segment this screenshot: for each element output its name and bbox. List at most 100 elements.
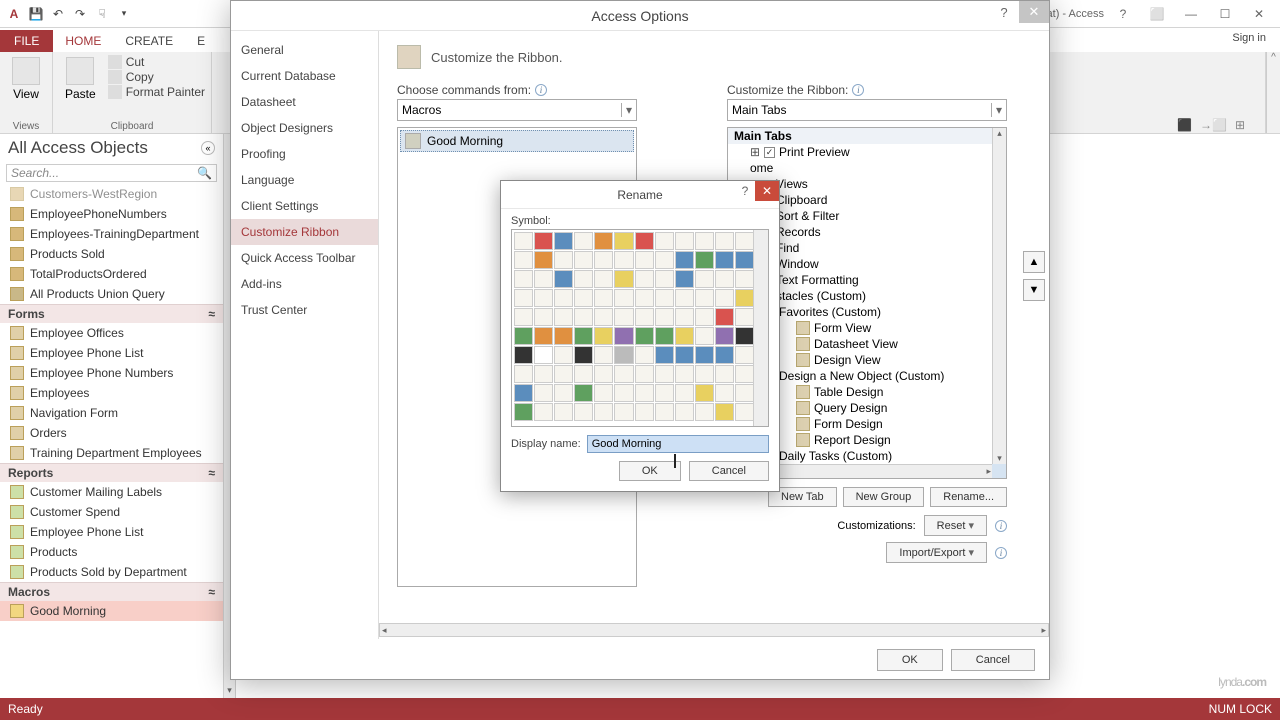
- undo-icon[interactable]: ↶: [48, 4, 68, 24]
- symbol-cell[interactable]: [655, 232, 674, 250]
- symbol-cell[interactable]: [655, 346, 674, 364]
- display-name-input[interactable]: [587, 435, 769, 453]
- symbol-cell[interactable]: [594, 327, 613, 345]
- symbol-cell[interactable]: [574, 346, 593, 364]
- symbol-cell[interactable]: [735, 365, 754, 383]
- symbol-cell[interactable]: [594, 308, 613, 326]
- cat-proofing[interactable]: Proofing: [231, 141, 378, 167]
- symbol-cell[interactable]: [614, 308, 633, 326]
- symbol-cell[interactable]: [594, 384, 613, 402]
- symbol-cell[interactable]: [735, 308, 754, 326]
- symbol-cell[interactable]: [534, 308, 553, 326]
- nav-item[interactable]: Employee Phone List: [0, 522, 223, 542]
- cat-addins[interactable]: Add-ins: [231, 271, 378, 297]
- symbol-cell[interactable]: [675, 270, 694, 288]
- redo-icon[interactable]: ↷: [70, 4, 90, 24]
- tree-node[interactable]: ⊞✓Print Preview: [728, 144, 1006, 160]
- symbol-cell[interactable]: [635, 403, 654, 421]
- nav-forms-header[interactable]: Forms≈: [0, 304, 223, 323]
- symbol-cell[interactable]: [735, 232, 754, 250]
- symbol-cell[interactable]: [554, 308, 573, 326]
- rename-cancel-button[interactable]: Cancel: [689, 461, 769, 481]
- nav-item[interactable]: EmployeePhoneNumbers: [0, 204, 223, 224]
- symbol-cell[interactable]: [675, 289, 694, 307]
- tree-node[interactable]: ome: [728, 160, 1006, 176]
- symbol-cell[interactable]: [675, 308, 694, 326]
- nav-item[interactable]: Employee Phone List: [0, 343, 223, 363]
- ribbon-collapse-chevron[interactable]: ^: [1266, 52, 1280, 133]
- customize-ribbon-combo[interactable]: Main Tabs▾: [727, 99, 1007, 121]
- symbol-cell[interactable]: [574, 308, 593, 326]
- cat-current-db[interactable]: Current Database: [231, 63, 378, 89]
- symbol-cell[interactable]: [614, 403, 633, 421]
- symbol-cell[interactable]: [534, 365, 553, 383]
- view-button[interactable]: View: [6, 55, 46, 103]
- reset-button[interactable]: Reset: [924, 515, 987, 536]
- nav-reports-header[interactable]: Reports≈: [0, 463, 223, 482]
- symbol-cell[interactable]: [614, 346, 633, 364]
- symbol-cell[interactable]: [695, 251, 714, 269]
- cat-language[interactable]: Language: [231, 167, 378, 193]
- symbol-cell[interactable]: [715, 289, 734, 307]
- symbol-cell[interactable]: [655, 270, 674, 288]
- symbol-cell[interactable]: [574, 384, 593, 402]
- symbol-cell[interactable]: [715, 251, 734, 269]
- symbol-cell[interactable]: [514, 365, 533, 383]
- symbol-cell[interactable]: [675, 251, 694, 269]
- symbol-cell[interactable]: [574, 251, 593, 269]
- symbol-cell[interactable]: [554, 384, 573, 402]
- goto-icon[interactable]: →⬜: [1200, 118, 1227, 132]
- symbol-cell[interactable]: [514, 327, 533, 345]
- symbol-cell[interactable]: [635, 270, 654, 288]
- symbol-cell[interactable]: [554, 232, 573, 250]
- nav-item[interactable]: TotalProductsOrdered: [0, 264, 223, 284]
- symbol-cell[interactable]: [574, 327, 593, 345]
- nav-macros-header[interactable]: Macros≈: [0, 582, 223, 601]
- help-icon[interactable]: ?: [1108, 3, 1138, 25]
- symbol-cell[interactable]: [534, 384, 553, 402]
- tree-vscroll[interactable]: ▴▾: [992, 128, 1006, 464]
- symbol-cell[interactable]: [594, 403, 613, 421]
- nav-item[interactable]: Products Sold by Department: [0, 562, 223, 582]
- symbol-cell[interactable]: [675, 346, 694, 364]
- symbol-cell[interactable]: [635, 346, 654, 364]
- tab-ext[interactable]: E: [185, 30, 217, 52]
- symbol-cell[interactable]: [534, 289, 553, 307]
- symbol-cell[interactable]: [655, 289, 674, 307]
- symbol-cell[interactable]: [514, 251, 533, 269]
- nav-item[interactable]: Products Sold: [0, 244, 223, 264]
- symbol-cell[interactable]: [554, 289, 573, 307]
- symbol-cell[interactable]: [635, 289, 654, 307]
- symbol-cell[interactable]: [675, 365, 694, 383]
- symbol-cell[interactable]: [735, 346, 754, 364]
- symbol-cell[interactable]: [715, 384, 734, 402]
- symbol-cell[interactable]: [514, 270, 533, 288]
- copy-button[interactable]: Copy: [108, 70, 205, 84]
- nav-item[interactable]: Customer Mailing Labels: [0, 482, 223, 502]
- symbol-cell[interactable]: [534, 346, 553, 364]
- symbol-cell[interactable]: [715, 327, 734, 345]
- info-icon[interactable]: i: [995, 520, 1007, 532]
- symbol-cell[interactable]: [675, 327, 694, 345]
- symbol-cell[interactable]: [574, 365, 593, 383]
- new-group-button[interactable]: New Group: [843, 487, 925, 507]
- cat-object-designers[interactable]: Object Designers: [231, 115, 378, 141]
- symbol-cell[interactable]: [594, 289, 613, 307]
- painter-button[interactable]: Format Painter: [108, 85, 205, 99]
- nav-item[interactable]: Orders: [0, 423, 223, 443]
- rename-button[interactable]: Rename...: [930, 487, 1007, 507]
- symbol-cell[interactable]: [635, 365, 654, 383]
- symbol-cell[interactable]: [655, 308, 674, 326]
- symbol-cell[interactable]: [534, 327, 553, 345]
- symbol-cell[interactable]: [594, 251, 613, 269]
- symbol-cell[interactable]: [574, 232, 593, 250]
- rename-ok-button[interactable]: OK: [619, 461, 681, 481]
- ribbon-collapse-icon[interactable]: ⬜: [1142, 3, 1172, 25]
- tab-create[interactable]: CREATE: [113, 30, 185, 52]
- symbol-cell[interactable]: [554, 270, 573, 288]
- rename-close-icon[interactable]: ✕: [755, 181, 779, 201]
- move-up-button[interactable]: ▲: [1023, 251, 1045, 273]
- cat-client-settings[interactable]: Client Settings: [231, 193, 378, 219]
- symbol-cell[interactable]: [635, 251, 654, 269]
- symbol-cell[interactable]: [614, 232, 633, 250]
